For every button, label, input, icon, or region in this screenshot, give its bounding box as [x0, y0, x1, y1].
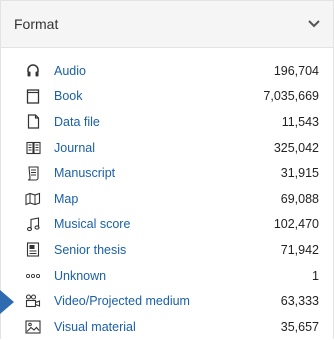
item-label[interactable]: Journal [54, 141, 274, 155]
headphones-icon [25, 63, 41, 79]
ellipsis-icon [25, 268, 41, 284]
book-icon [25, 88, 41, 104]
item-count: 31,915 [280, 166, 319, 181]
list-item-journal[interactable]: Journal 325,042 [1, 135, 333, 161]
item-label[interactable]: Audio [54, 64, 274, 78]
list-item-map[interactable]: Map 69,088 [1, 186, 333, 212]
facet-title: Format [14, 16, 59, 32]
manuscript-icon [25, 165, 41, 181]
item-label[interactable]: Video/Projected medium [54, 294, 281, 308]
format-facet: Format Audio 196,704 Book 7,035,669 Data… [0, 0, 334, 339]
item-count: 102,470 [273, 217, 319, 232]
item-count: 71,942 [280, 242, 319, 257]
list-item-manuscript[interactable]: Manuscript 31,915 [1, 160, 333, 186]
list-item-audio[interactable]: Audio 196,704 [1, 58, 333, 84]
chevron-down-icon[interactable] [307, 17, 321, 31]
list-item-data-file[interactable]: Data file 11,543 [1, 109, 333, 135]
pointer-arrow-icon [0, 290, 14, 314]
item-count: 63,333 [280, 294, 319, 309]
item-label[interactable]: Map [54, 192, 281, 206]
item-count: 1 [312, 268, 319, 283]
item-count: 35,657 [280, 319, 319, 334]
item-count: 7,035,669 [263, 89, 319, 104]
thesis-icon [25, 242, 41, 258]
item-count: 325,042 [273, 140, 319, 155]
item-label[interactable]: Data file [54, 115, 282, 129]
image-icon [25, 319, 41, 335]
map-icon [25, 191, 41, 207]
list-item-video[interactable]: Video/Projected medium 63,333 [1, 288, 333, 314]
music-note-icon [25, 216, 41, 232]
item-label[interactable]: Unknown [54, 269, 312, 283]
video-icon [25, 293, 41, 309]
item-label[interactable]: Musical score [54, 217, 274, 231]
item-count: 196,704 [273, 63, 319, 78]
item-label[interactable]: Book [54, 89, 263, 103]
format-list: Audio 196,704 Book 7,035,669 Data file 1… [1, 58, 333, 340]
list-item-musical-score[interactable]: Musical score 102,470 [1, 212, 333, 238]
format-facet-header[interactable]: Format [1, 0, 333, 48]
file-icon [25, 114, 41, 130]
journal-icon [25, 140, 41, 156]
list-item-book[interactable]: Book 7,035,669 [1, 84, 333, 110]
item-label[interactable]: Visual material [54, 320, 281, 334]
item-count: 11,543 [281, 114, 319, 129]
list-item-visual-material[interactable]: Visual material 35,657 [1, 314, 333, 340]
list-item-senior-thesis[interactable]: Senior thesis 71,942 [1, 237, 333, 263]
list-item-unknown[interactable]: Unknown 1 [1, 263, 333, 289]
item-count: 69,088 [280, 191, 319, 206]
item-label[interactable]: Manuscript [54, 166, 281, 180]
item-label[interactable]: Senior thesis [54, 243, 281, 257]
